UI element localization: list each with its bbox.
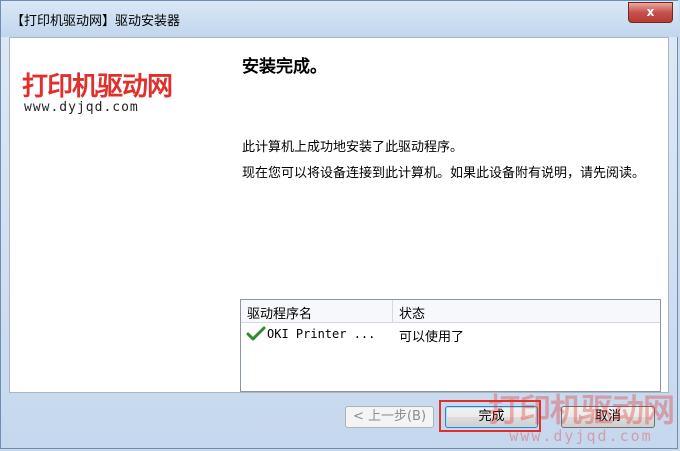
close-icon: x — [646, 5, 655, 19]
installer-window: 【打印机驱动网】驱动安装器 x 打印机驱动网 www.dyjqd.com 安装完… — [0, 0, 679, 449]
column-header-driver-name[interactable]: 驱动程序名 — [247, 303, 312, 322]
connect-device-message: 现在您可以将设备连接到此计算机。如果此设备附有说明，请先阅读。 — [242, 166, 646, 181]
window-title: 【打印机驱动网】驱动安装器 — [11, 14, 181, 29]
driver-list[interactable]: 驱动程序名 状态 OKI Printer ... 可以使用了 — [240, 299, 661, 392]
column-header-status[interactable]: 状态 — [399, 303, 425, 322]
brand-logo-url: www.dyjqd.com — [24, 100, 139, 115]
close-button[interactable]: x — [628, 2, 673, 23]
watermark: 打印机驱动网 www.dyjqd.com — [487, 385, 675, 445]
brand-logo-text: 打印机驱动网 — [22, 72, 173, 102]
driver-status-cell: 可以使用了 — [399, 330, 465, 345]
list-item[interactable]: OKI Printer ... 可以使用了 — [241, 324, 660, 345]
wizard-page: 打印机驱动网 www.dyjqd.com 安装完成。 此计算机上成功地安装了此驱… — [9, 37, 669, 393]
checkmark-icon — [246, 326, 266, 341]
watermark-url: www.dyjqd.com — [509, 427, 653, 445]
brand-panel: 打印机驱动网 www.dyjqd.com — [10, 38, 225, 392]
success-message: 此计算机上成功地安装了此驱动程序。 — [242, 140, 464, 155]
list-header: 驱动程序名 状态 — [241, 300, 660, 323]
column-divider[interactable] — [392, 300, 393, 322]
watermark-text: 打印机驱动网 — [487, 391, 675, 429]
title-bar[interactable]: 【打印机驱动网】驱动安装器 x — [1, 1, 679, 37]
page-heading: 安装完成。 — [242, 57, 327, 77]
back-button[interactable]: < 上一步(B) — [345, 406, 434, 428]
driver-name-cell: OKI Printer ... — [267, 327, 376, 341]
